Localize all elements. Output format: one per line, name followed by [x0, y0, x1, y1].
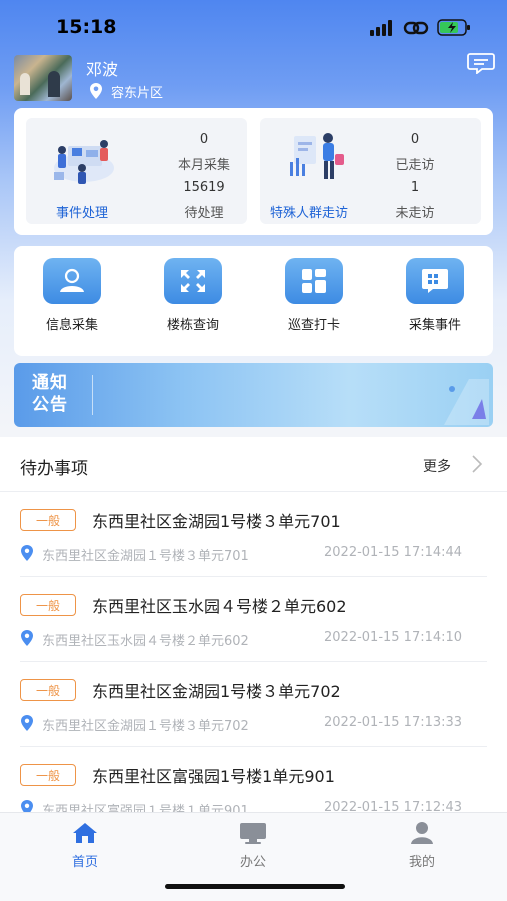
- todo-item-address: 东西里社区金湖园１号楼３单元702: [42, 719, 249, 734]
- person-icon: [60, 268, 84, 292]
- event-handling-panel[interactable]: 事件处理 0 本月采集 15619 待处理: [26, 118, 247, 224]
- todo-item-time: 2022-01-15 17:13:33: [324, 715, 463, 730]
- district-label: 容东片区: [111, 86, 164, 101]
- todo-item-address: 东西里社区玉水园４号楼２单元602: [42, 634, 249, 649]
- map-pin-icon: [21, 800, 33, 813]
- visited-label: 已走访: [395, 158, 435, 173]
- pending-label: 待处理: [184, 206, 224, 221]
- monthly-collected-value: 0: [199, 132, 209, 147]
- tab-home-label: 首页: [71, 855, 98, 870]
- todo-item-time: 2022-01-15 17:14:10: [324, 630, 463, 645]
- todo-title: 待办事项: [20, 459, 88, 479]
- menu-label-patrol-checkin: 巡查打卡: [287, 318, 340, 333]
- notice-title: 通知 公告: [32, 372, 68, 416]
- tab-mine-label: 我的: [408, 855, 435, 870]
- battery-icon: [437, 19, 470, 36]
- priority-badge: 一般: [20, 679, 76, 701]
- banner-divider: [92, 375, 93, 415]
- status-bar: 15:18: [0, 0, 507, 56]
- chevron-right-icon[interactable]: [470, 454, 484, 474]
- todo-item-time: 2022-01-15 17:14:44: [324, 545, 463, 560]
- special-visit-label: 特殊人群走访: [270, 206, 349, 221]
- visit-illustration: [290, 133, 344, 179]
- menu-label-info-collect: 信息采集: [45, 318, 98, 333]
- message-icon[interactable]: [467, 52, 495, 74]
- notice-banner[interactable]: 通知 公告: [14, 363, 493, 427]
- map-pin-icon: [21, 630, 33, 646]
- visited-value: 0: [410, 132, 420, 147]
- stats-card: 事件处理 0 本月采集 15619 待处理 特殊人群走访 0 已走访 1 未走访: [14, 108, 493, 235]
- menu-btn-collect-event[interactable]: [406, 258, 464, 304]
- menu-card: 信息采集 楼栋查询 巡查打卡 采集事件: [14, 246, 493, 356]
- event-handling-label: 事件处理: [56, 206, 109, 221]
- menu-patrol-checkin[interactable]: 巡查打卡: [264, 258, 364, 333]
- tab-office-label: 办公: [239, 855, 266, 870]
- menu-btn-building-query[interactable]: [164, 258, 222, 304]
- menu-btn-patrol-checkin[interactable]: [285, 258, 343, 304]
- grid-icon: [302, 269, 326, 293]
- todo-item[interactable]: 一般 东西里社区金湖园1号楼３单元701 东西里社区金湖园１号楼３单元701 2…: [0, 492, 507, 577]
- todo-item-title: 东西里社区玉水园４号楼２单元602: [92, 597, 347, 616]
- menu-label-building-query: 楼栋查询: [166, 318, 219, 333]
- todo-item[interactable]: 一般 东西里社区玉水园４号楼２单元602 东西里社区玉水园４号楼２单元602 2…: [0, 577, 507, 662]
- chat-grid-icon: [422, 269, 448, 293]
- notice-line1: 通知: [32, 373, 68, 393]
- tab-mine[interactable]: 我的: [382, 821, 462, 870]
- priority-badge: 一般: [20, 594, 76, 616]
- home-icon: [73, 823, 97, 843]
- monitor-icon: [240, 823, 266, 844]
- more-link[interactable]: 更多: [423, 456, 451, 476]
- map-pin-icon: [21, 715, 33, 731]
- priority-badge: 一般: [20, 764, 76, 786]
- menu-info-collect[interactable]: 信息采集: [22, 258, 122, 333]
- todo-item[interactable]: 一般 东西里社区富强园1号楼1单元901 东西里社区富强园１号楼１单元901 2…: [0, 747, 507, 813]
- location-icon: [90, 83, 102, 99]
- expand-icon: [181, 270, 205, 292]
- todo-item[interactable]: 一般 东西里社区金湖园1号楼３单元702 东西里社区金湖园１号楼３单元702 2…: [0, 662, 507, 747]
- tab-office[interactable]: 办公: [213, 821, 293, 870]
- office-illustration: [54, 140, 114, 184]
- todo-item-address: 东西里社区金湖园１号楼３单元701: [42, 549, 249, 564]
- menu-label-collect-event: 采集事件: [408, 318, 461, 333]
- todo-section: 待办事项 更多 一般 东西里社区金湖园1号楼３单元701 东西里社区金湖园１号楼…: [0, 437, 507, 813]
- notice-line2: 公告: [32, 395, 68, 415]
- special-visit-panel[interactable]: 特殊人群走访 0 已走访 1 未走访: [260, 118, 481, 224]
- pending-value: 15619: [183, 180, 225, 195]
- home-indicator: [165, 884, 345, 889]
- todo-item-title: 东西里社区富强园1号楼1单元901: [92, 767, 335, 786]
- avatar[interactable]: [14, 55, 72, 101]
- todo-item-title: 东西里社区金湖园1号楼３单元702: [92, 682, 341, 701]
- menu-collect-event[interactable]: 采集事件: [385, 258, 485, 333]
- todo-item-title: 东西里社区金湖园1号楼３单元701: [92, 512, 341, 531]
- monthly-collected-label: 本月采集: [177, 158, 230, 173]
- user-name: 邓波: [86, 60, 119, 79]
- map-pin-icon: [21, 545, 33, 561]
- priority-badge: 一般: [20, 509, 76, 531]
- status-time: 15:18: [56, 16, 117, 38]
- menu-btn-info-collect[interactable]: [43, 258, 101, 304]
- menu-building-query[interactable]: 楼栋查询: [143, 258, 243, 333]
- banner-decoration: [444, 379, 489, 425]
- unvisited-value: 1: [410, 180, 420, 195]
- link-icon: [403, 21, 429, 35]
- unvisited-label: 未走访: [395, 206, 435, 221]
- tab-home[interactable]: 首页: [45, 821, 125, 870]
- signal-icon: [370, 20, 392, 36]
- user-icon: [411, 822, 433, 844]
